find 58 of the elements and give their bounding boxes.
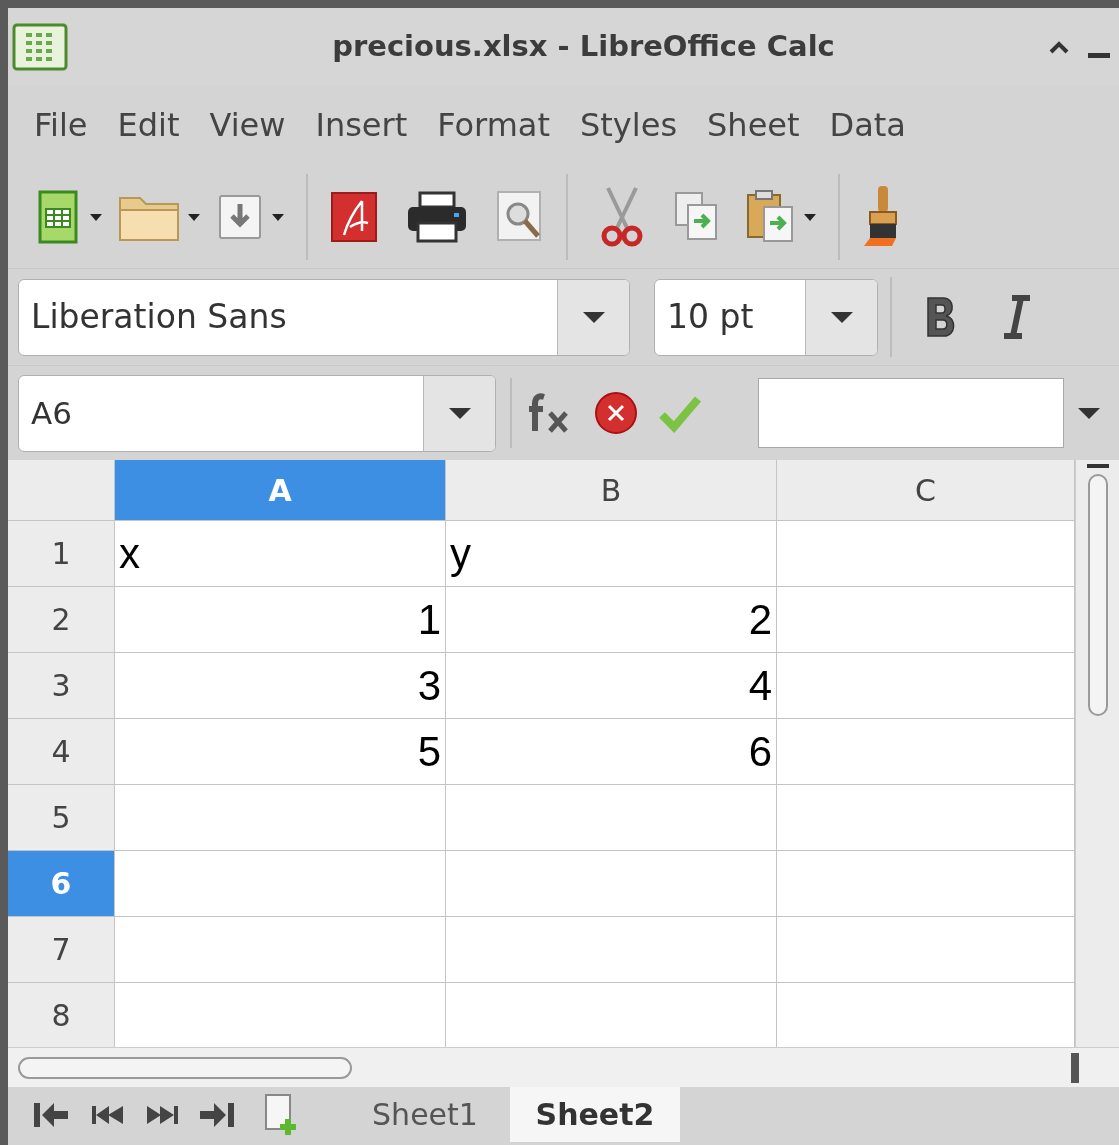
splitter-handle[interactable] <box>1071 1052 1079 1083</box>
minimize-icon[interactable] <box>1088 52 1110 59</box>
export-pdf-button[interactable] <box>328 190 380 243</box>
dropdown-caret-icon[interactable] <box>88 211 104 222</box>
previous-sheet-button[interactable] <box>92 1103 124 1126</box>
window-title: precious.xlsx - LibreOffice Calc <box>332 27 835 65</box>
italic-icon <box>1002 295 1032 339</box>
sheet-tab[interactable]: Sheet2 <box>510 1087 680 1142</box>
dropdown-caret-icon[interactable] <box>270 211 286 222</box>
row-header[interactable]: 4 <box>8 719 115 784</box>
next-sheet-button[interactable] <box>146 1103 178 1126</box>
dropdown-caret-icon[interactable] <box>186 211 202 222</box>
row-header[interactable]: 5 <box>8 785 115 850</box>
table-cell: 2 <box>446 587 777 652</box>
vertical-scrollbar-thumb[interactable] <box>1087 474 1108 716</box>
expand-caret-icon[interactable] <box>1076 406 1102 420</box>
table-cell: 6 <box>446 719 777 784</box>
cancel-button[interactable] <box>594 391 638 435</box>
column-header[interactable]: B <box>446 460 777 520</box>
formula-input-field[interactable] <box>758 378 1064 448</box>
table-cell: 5 <box>115 719 446 784</box>
row-header[interactable]: 8 <box>8 983 115 1048</box>
name-box[interactable]: A6 <box>18 374 496 452</box>
dropdown-caret-icon[interactable] <box>802 211 818 222</box>
paste-button[interactable] <box>746 188 796 245</box>
italic-button[interactable] <box>1002 295 1032 339</box>
close-circle-icon <box>594 391 638 435</box>
font-size-field[interactable]: 10 pt <box>654 278 878 356</box>
copy-icon <box>674 190 720 243</box>
menu-item[interactable]: Format <box>429 101 558 149</box>
maximize-icon[interactable] <box>1048 39 1070 54</box>
menu-item[interactable]: Insert <box>307 101 416 149</box>
printer-icon <box>406 190 468 243</box>
horizontal-scrollbar-thumb[interactable] <box>18 1056 352 1079</box>
row-header[interactable]: 3 <box>8 653 115 718</box>
table-cell: x <box>115 521 446 586</box>
print-button[interactable] <box>406 190 468 243</box>
spreadsheet-app-icon <box>12 22 68 71</box>
copy-button[interactable] <box>674 190 720 243</box>
rewind-icon <box>92 1103 124 1126</box>
clipboard-icon <box>746 188 796 245</box>
font-name-field[interactable]: Liberation Sans <box>18 278 630 356</box>
menu-item[interactable]: Sheet <box>699 101 808 149</box>
fast-forward-icon <box>146 1103 178 1126</box>
table-cell: 3 <box>115 653 446 718</box>
row-header[interactable]: 1 <box>8 521 115 586</box>
table-cell: 1 <box>115 587 446 652</box>
menu-item[interactable]: View <box>201 101 294 149</box>
row-header[interactable]: 7 <box>8 917 115 982</box>
menu-item[interactable]: Data <box>821 101 914 149</box>
table-cell: 4 <box>446 653 777 718</box>
pdf-icon <box>328 190 380 243</box>
sheet-tab[interactable]: Sheet1 <box>340 1087 510 1142</box>
row-header[interactable]: 2 <box>8 587 115 652</box>
menu-item[interactable]: File <box>26 101 96 149</box>
menu-item[interactable]: Styles <box>572 101 686 149</box>
menu-item[interactable]: Edit <box>109 101 188 149</box>
table-cell: y <box>446 521 777 586</box>
